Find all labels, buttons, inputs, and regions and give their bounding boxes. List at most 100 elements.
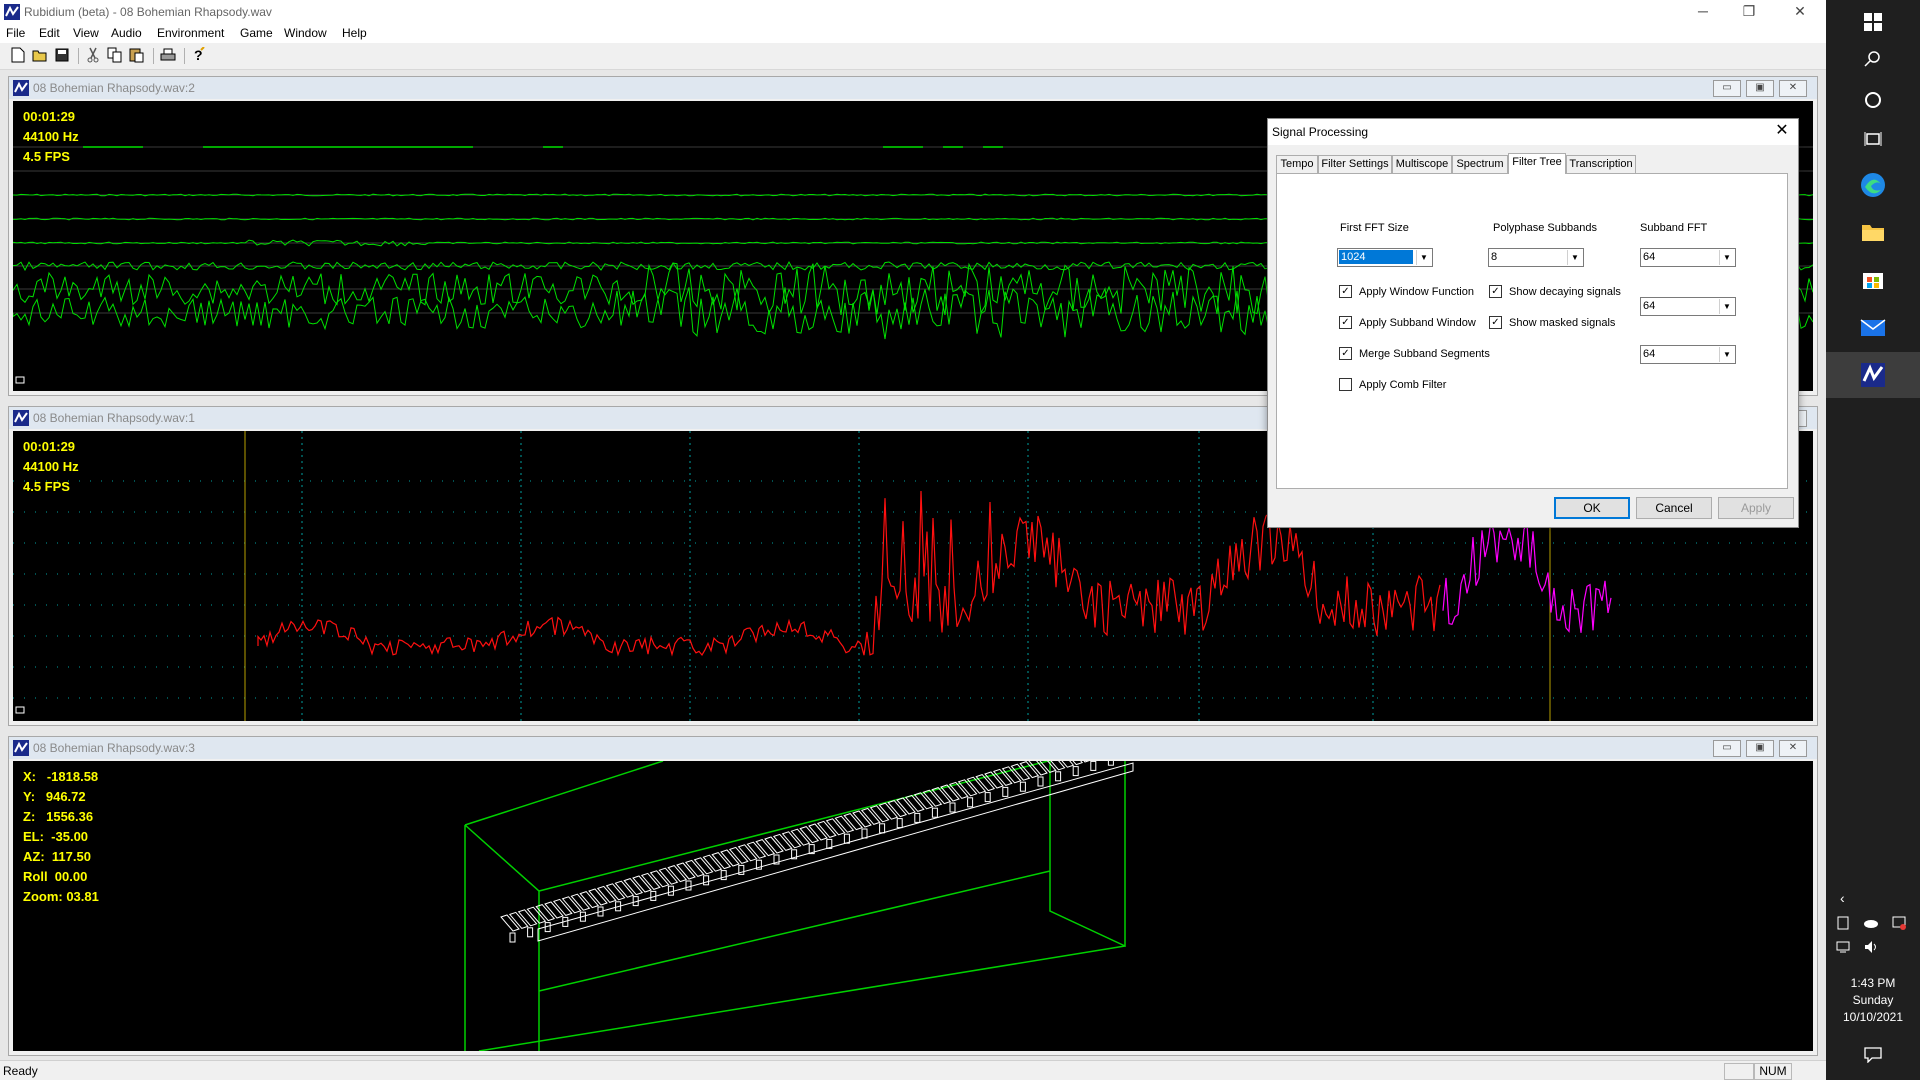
tab-multiscope[interactable]: Multiscope <box>1392 155 1452 173</box>
menu-game[interactable]: Game <box>240 26 273 40</box>
cut-icon[interactable] <box>84 46 102 64</box>
polyphase-subbands-select[interactable]: 8 ▼ <box>1488 248 1584 267</box>
camera-zoom-readout: Zoom: 03.81 <box>23 889 99 904</box>
subband-fft-select-2[interactable]: 64 ▼ <box>1640 297 1736 316</box>
copy-icon[interactable] <box>106 46 124 64</box>
tab-transcription[interactable]: Transcription <box>1566 155 1636 173</box>
close-button[interactable]: ✕ <box>1779 80 1807 97</box>
print-icon[interactable] <box>159 46 177 64</box>
merge-subband-segments-checkbox[interactable]: ✓ Merge Subband Segments <box>1339 347 1490 360</box>
chevron-down-icon: ▼ <box>1719 299 1734 314</box>
minimize-button[interactable]: ▭ <box>1713 740 1741 757</box>
time-readout: 00:01:29 <box>23 439 76 454</box>
rubidium-app-icon <box>13 740 29 756</box>
notification-badge-icon[interactable] <box>1892 916 1906 930</box>
new-file-icon[interactable] <box>9 46 27 64</box>
checkmark-icon: ✓ <box>1489 316 1502 329</box>
apply-button[interactable]: Apply <box>1718 497 1794 519</box>
cortana-icon[interactable] <box>1826 78 1920 122</box>
polyphase-subbands-label: Polyphase Subbands <box>1493 222 1597 234</box>
store-icon[interactable] <box>1826 257 1920 301</box>
menu-edit[interactable]: Edit <box>39 26 60 40</box>
menu-audio[interactable]: Audio <box>111 26 142 40</box>
menu-view[interactable]: View <box>73 26 99 40</box>
minimize-button[interactable]: ▭ <box>1713 80 1741 97</box>
action-center-icon[interactable] <box>1826 1040 1920 1070</box>
dialog-close-button[interactable]: ✕ <box>1772 121 1792 141</box>
network-icon[interactable] <box>1836 940 1852 954</box>
edge-browser-icon[interactable] <box>1826 163 1920 207</box>
camera-y-readout: Y: 946.72 <box>23 789 86 804</box>
clock-day[interactable]: Sunday <box>1826 993 1920 1007</box>
fps-readout: 4.5 FPS <box>23 479 70 494</box>
onedrive-icon[interactable] <box>1863 916 1879 928</box>
open-folder-icon[interactable] <box>31 46 49 64</box>
menu-file[interactable]: File <box>6 26 25 40</box>
first-fft-size-label: First FFT Size <box>1340 222 1409 234</box>
mail-icon[interactable] <box>1826 306 1920 350</box>
piano-3d-scene <box>464 761 1134 1051</box>
tab-filter-settings[interactable]: Filter Settings <box>1318 155 1392 173</box>
device-icon[interactable] <box>1836 916 1850 930</box>
apply-comb-filter-checkbox[interactable]: Apply Comb Filter <box>1339 378 1446 391</box>
camera-azimuth-readout: AZ: 117.50 <box>23 849 91 864</box>
time-readout: 00:01:29 <box>23 109 76 124</box>
menu-help[interactable]: Help <box>342 26 367 40</box>
first-fft-size-select[interactable]: 1024 ▼ <box>1337 248 1433 267</box>
show-masked-signals-checkbox[interactable]: ✓ Show masked signals <box>1489 316 1615 329</box>
ok-button[interactable]: OK <box>1554 497 1630 519</box>
minimize-button[interactable]: ─ <box>1680 0 1726 22</box>
subband-fft-select-1[interactable]: 64 ▼ <box>1640 248 1736 267</box>
rubidium-app-icon <box>13 410 29 426</box>
status-bar: Ready NUM <box>0 1060 1826 1080</box>
task-view-icon[interactable] <box>1826 117 1920 161</box>
volume-icon[interactable] <box>1864 940 1880 954</box>
chevron-down-icon: ▼ <box>1567 250 1582 265</box>
apply-window-function-checkbox[interactable]: ✓ Apply Window Function <box>1339 285 1474 298</box>
help-icon[interactable]: ? <box>190 46 208 64</box>
fps-readout: 4.5 FPS <box>23 149 70 164</box>
subband-fft-label: Subband FFT <box>1640 222 1708 234</box>
checkmark-icon: ✓ <box>1339 316 1352 329</box>
toolbar: ? <box>0 43 1826 70</box>
search-icon[interactable] <box>1826 37 1920 81</box>
maximize-button[interactable]: ▣ <box>1746 80 1774 97</box>
clock-date[interactable]: 10/10/2021 <box>1826 1010 1920 1024</box>
save-icon[interactable] <box>53 46 71 64</box>
chevron-down-icon: ▼ <box>1416 250 1431 265</box>
menu-environment[interactable]: Environment <box>157 26 224 40</box>
filter-tree-panel: First FFT Size Polyphase Subbands Subban… <box>1276 173 1788 489</box>
piano-3d-title-bar[interactable]: 08 Bohemian Rhapsody.wav:3 ▭ ▣ ✕ <box>9 737 1817 759</box>
close-button[interactable]: ✕ <box>1779 740 1807 757</box>
restore-button[interactable]: ❐ <box>1726 0 1772 22</box>
tab-spectrum[interactable]: Spectrum <box>1452 155 1508 173</box>
piano-3d-window: 08 Bohemian Rhapsody.wav:3 ▭ ▣ ✕ X: -181… <box>8 736 1818 1056</box>
spectrogram-title-bar[interactable]: 08 Bohemian Rhapsody.wav:2 ▭ ▣ ✕ <box>9 77 1817 99</box>
menu-window[interactable]: Window <box>284 26 327 40</box>
cancel-button[interactable]: Cancel <box>1636 497 1712 519</box>
file-explorer-icon[interactable] <box>1826 210 1920 254</box>
clock-time[interactable]: 1:43 PM <box>1826 976 1920 990</box>
mdi-workspace: 08 Bohemian Rhapsody.wav:2 ▭ ▣ ✕ 00:01:2… <box>0 70 1826 1060</box>
chevron-down-icon: ▼ <box>1719 347 1734 362</box>
checkmark-icon: ✓ <box>1339 285 1352 298</box>
checkbox-empty-icon <box>1339 378 1352 391</box>
piano-3d-view[interactable]: X: -1818.58 Y: 946.72 Z: 1556.36 EL: -35… <box>13 761 1813 1051</box>
status-text: Ready <box>3 1064 38 1078</box>
taskbar: ‹ 1:43 PM Sunday 10/10/2021 <box>1826 0 1920 1080</box>
tab-tempo[interactable]: Tempo <box>1276 155 1318 173</box>
show-decaying-signals-checkbox[interactable]: ✓ Show decaying signals <box>1489 285 1621 298</box>
tab-filter-tree[interactable]: Filter Tree <box>1508 153 1566 174</box>
apply-subband-window-checkbox[interactable]: ✓ Apply Subband Window <box>1339 316 1476 329</box>
dialog-title-bar[interactable]: Signal Processing ✕ <box>1268 119 1798 145</box>
maximize-button[interactable]: ▣ <box>1746 740 1774 757</box>
num-lock-indicator: NUM <box>1754 1063 1792 1080</box>
rubidium-app-icon <box>13 80 29 96</box>
chevron-left-icon[interactable]: ‹ <box>1840 890 1845 906</box>
paste-icon[interactable] <box>128 46 146 64</box>
close-button[interactable]: ✕ <box>1777 0 1823 22</box>
rubidium-app-icon[interactable] <box>1826 352 1920 398</box>
piano-3d-window-title: 08 Bohemian Rhapsody.wav:3 <box>33 741 195 755</box>
window-title: Rubidium (beta) - 08 Bohemian Rhapsody.w… <box>24 5 272 19</box>
subband-fft-select-3[interactable]: 64 ▼ <box>1640 345 1736 364</box>
